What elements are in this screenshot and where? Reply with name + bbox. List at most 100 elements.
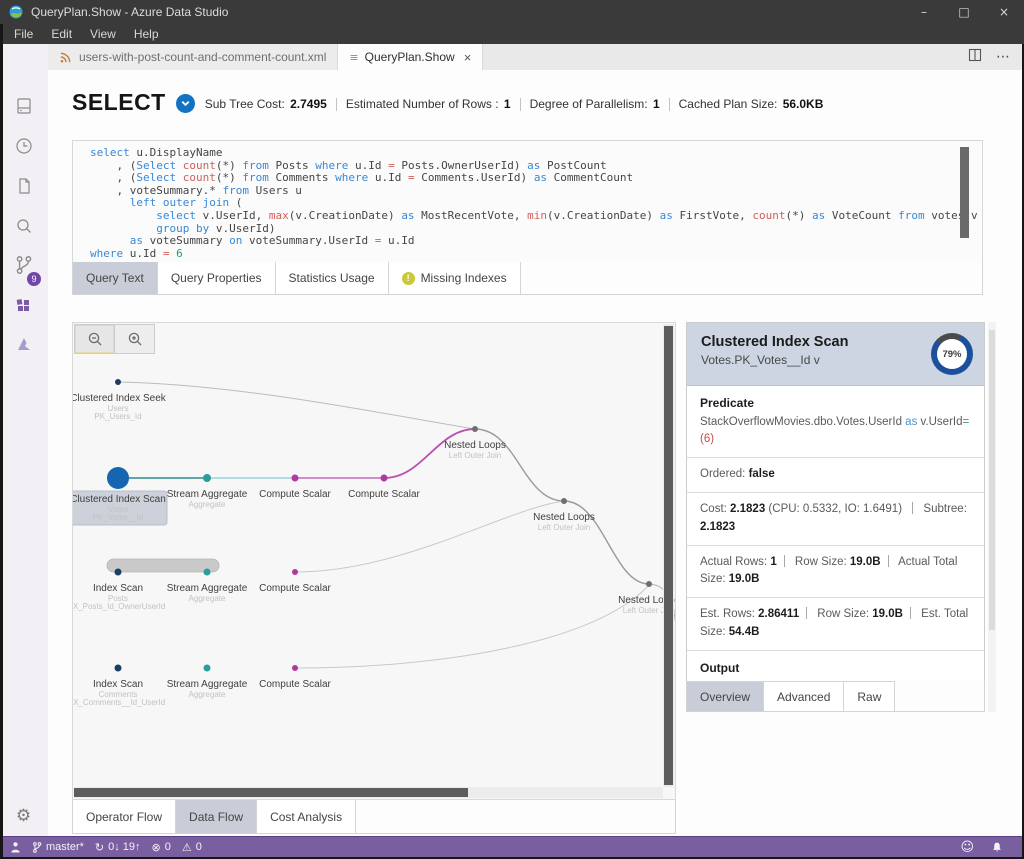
menu-edit[interactable]: Edit <box>42 27 81 41</box>
tab-raw[interactable]: Raw <box>844 681 895 712</box>
sync-icon: ↻ <box>95 841 104 854</box>
chevron-down-icon[interactable] <box>176 94 195 113</box>
plan-horizontal-scrollbar[interactable] <box>74 787 663 798</box>
separator <box>669 98 670 111</box>
task-history-icon[interactable] <box>14 136 34 161</box>
query-detail-tabs: Query TextQuery PropertiesStatistics Usa… <box>72 262 983 295</box>
plan-edge[interactable] <box>118 382 475 429</box>
sync-counts: 0↓ 19↑ <box>108 841 140 853</box>
window-edge <box>0 24 3 859</box>
plan-node[interactable] <box>115 569 122 576</box>
tab-operator-flow[interactable]: Operator Flow <box>72 800 176 834</box>
editor-pane: SELECT Sub Tree Cost: 2.7495Estimated Nu… <box>48 70 1024 836</box>
warning-icon: ! <box>402 272 415 285</box>
zoom-out-button[interactable] <box>74 324 115 354</box>
feedback-smiley-icon[interactable]: ☺ <box>960 840 974 855</box>
zoom-in-button[interactable] <box>115 324 155 354</box>
plan-node[interactable] <box>115 379 121 385</box>
editor-tab-xml[interactable]: users-with-post-count-and-comment-count.… <box>48 44 338 70</box>
tab-overview[interactable]: Overview <box>686 681 764 712</box>
plan-node[interactable] <box>204 569 211 576</box>
plan-node[interactable] <box>561 498 567 504</box>
maximize-button[interactable]: □ <box>944 0 984 24</box>
search-icon[interactable] <box>14 216 34 241</box>
tab-missing-indexes[interactable]: !Missing Indexes <box>389 262 521 295</box>
plan-node-label: Stream Aggregate <box>167 679 248 690</box>
menu-view[interactable]: View <box>81 27 125 41</box>
close-button[interactable]: × <box>984 0 1024 24</box>
plan-node[interactable] <box>115 665 122 672</box>
editor-tab-queryplan[interactable]: ≡ QueryPlan.Show × <box>338 44 483 70</box>
plan-graph[interactable]: Clustered Index SeekUsersPK_Users_IdClus… <box>73 323 676 800</box>
azure-icon[interactable] <box>14 334 34 359</box>
plan-node[interactable] <box>203 474 211 482</box>
app-icon <box>9 5 23 19</box>
tab-query-text[interactable]: Query Text <box>72 262 158 295</box>
plan-node[interactable] <box>381 475 388 482</box>
plan-node[interactable] <box>646 581 652 587</box>
plan-node-sublabel: PK_Users_Id <box>94 412 141 421</box>
plan-node[interactable] <box>204 665 211 672</box>
git-branch-indicator[interactable]: master* <box>32 841 84 854</box>
settings-gear-icon[interactable]: ⚙ <box>0 806 47 826</box>
plan-node[interactable] <box>292 569 298 575</box>
tab-statistics-usage[interactable]: Statistics Usage <box>276 262 389 295</box>
operator-name: Clustered Index Scan <box>701 334 970 350</box>
header-stat: Sub Tree Cost: 2.7495 <box>205 97 327 111</box>
notifications-bell-icon[interactable] <box>991 841 1003 854</box>
remote-indicator-icon[interactable] <box>10 841 21 854</box>
plan-node-sublabel: PK_Votes__Id <box>93 513 144 522</box>
error-count: 0 <box>165 841 171 853</box>
header-stat: Cached Plan Size: 56.0KB <box>679 97 824 111</box>
plan-node-label: Compute Scalar <box>259 583 331 594</box>
sql-scrollbar[interactable] <box>960 147 969 238</box>
close-tab-icon[interactable]: × <box>464 50 472 65</box>
split-editor-icon[interactable] <box>968 48 982 67</box>
tab-data-flow[interactable]: Data Flow <box>176 800 257 834</box>
warning-count: 0 <box>196 841 202 853</box>
plan-edge-capsule[interactable] <box>107 559 219 572</box>
editor-scrollbar[interactable] <box>988 322 996 712</box>
plan-vertical-scrollbar[interactable] <box>663 324 674 787</box>
plan-edge[interactable] <box>295 585 649 668</box>
plan-node[interactable] <box>292 665 298 671</box>
error-icon: ⊗ <box>152 841 161 854</box>
tab-advanced[interactable]: Advanced <box>764 681 844 712</box>
detail-row: PredicateStackOverflowMovies.dbo.Votes.U… <box>687 386 984 458</box>
problems-indicator[interactable]: ⊗ 0 ⚠ 0 <box>152 841 202 854</box>
menu-help[interactable]: Help <box>125 27 168 41</box>
header-stat: Estimated Number of Rows : 1 <box>346 97 511 111</box>
plan-node[interactable] <box>472 426 478 432</box>
operator-details-panel: Clustered Index Scan Votes.PK_Votes__Id … <box>686 322 985 712</box>
tab-query-properties[interactable]: Query Properties <box>158 262 276 295</box>
more-actions-icon[interactable]: ⋯ <box>996 49 1010 65</box>
operator-details-header: Clustered Index Scan Votes.PK_Votes__Id … <box>687 323 984 386</box>
queryplan-file-icon: ≡ <box>349 51 358 64</box>
git-sync-indicator[interactable]: ↻ 0↓ 19↑ <box>95 841 141 854</box>
plan-node[interactable] <box>107 467 129 489</box>
sql-line: where u.Id = 6 <box>90 248 982 261</box>
tab-cost-analysis[interactable]: Cost Analysis <box>257 800 356 834</box>
plan-node-sublabel: Aggregate <box>189 690 226 699</box>
menu-file[interactable]: File <box>5 27 42 41</box>
source-control-icon[interactable]: 9 <box>13 254 35 281</box>
plan-node-sublabel: Left Outer Join <box>538 523 590 532</box>
plan-node[interactable] <box>292 475 299 482</box>
connections-icon[interactable] <box>14 96 34 121</box>
plan-node-label: Compute Scalar <box>259 489 331 500</box>
plan-node-sublabel: Left Outer Join <box>449 451 501 460</box>
window-title: QueryPlan.Show - Azure Data Studio <box>31 5 228 19</box>
tabstrip-filler <box>895 681 985 712</box>
header-stat: Degree of Parallelism: 1 <box>530 97 660 111</box>
plan-node-sublabel: Aggregate <box>189 594 226 603</box>
extensions-icon[interactable] <box>14 296 34 321</box>
operator-object: Votes.PK_Votes__Id v <box>701 353 970 367</box>
minimize-button[interactable]: – <box>904 0 944 24</box>
tab-label: users-with-post-count-and-comment-count.… <box>79 50 326 64</box>
query-plan-canvas[interactable]: Clustered Index SeekUsersPK_Users_IdClus… <box>72 322 676 800</box>
app-window: QueryPlan.Show - Azure Data Studio – □ ×… <box>0 0 1024 859</box>
plan-node-label: Stream Aggregate <box>167 583 248 594</box>
tabstrip-filler <box>521 262 983 295</box>
notebooks-icon[interactable] <box>14 176 34 201</box>
plan-edge[interactable] <box>295 501 564 572</box>
